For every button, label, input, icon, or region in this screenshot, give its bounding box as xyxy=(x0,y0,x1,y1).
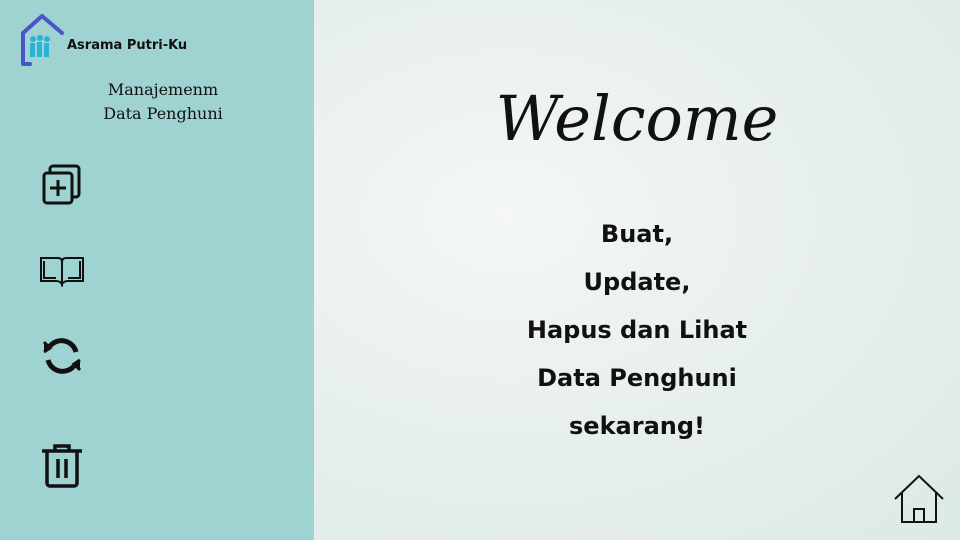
subtitle-line: Manajemenm xyxy=(107,80,219,99)
brand-name: Asrama Putri-Ku xyxy=(67,38,188,53)
update-button[interactable] xyxy=(38,332,86,380)
sidebar: Asrama Putri-Ku Manajemenm Data Penghuni xyxy=(0,0,314,540)
create-button[interactable] xyxy=(38,161,86,209)
welcome-title: Welcome xyxy=(495,82,779,155)
message-line: sekarang! xyxy=(569,412,705,440)
delete-button[interactable] xyxy=(38,441,86,489)
message-line: Hapus dan Lihat xyxy=(526,316,748,344)
sidebar-subtitle: Manajemenm Data Penghuni xyxy=(80,78,246,126)
book-icon xyxy=(40,257,84,288)
refresh-icon xyxy=(42,338,82,374)
message-line: Update, xyxy=(583,268,691,296)
trash-icon xyxy=(42,444,82,488)
message-line: Buat, xyxy=(600,220,674,248)
main-content: Welcome Buat, Update, Hapus dan Lihat Da… xyxy=(314,0,960,540)
read-button[interactable] xyxy=(38,246,86,294)
message-line: Data Penghuni xyxy=(537,364,737,392)
welcome-message: Buat, Update, Hapus dan Lihat Data Pengh… xyxy=(314,210,960,450)
home-button[interactable] xyxy=(893,473,945,525)
add-copy-icon xyxy=(42,164,81,205)
subtitle-line: Data Penghuni xyxy=(103,104,223,123)
home-icon xyxy=(894,474,944,523)
logo-house-icon xyxy=(21,14,64,66)
